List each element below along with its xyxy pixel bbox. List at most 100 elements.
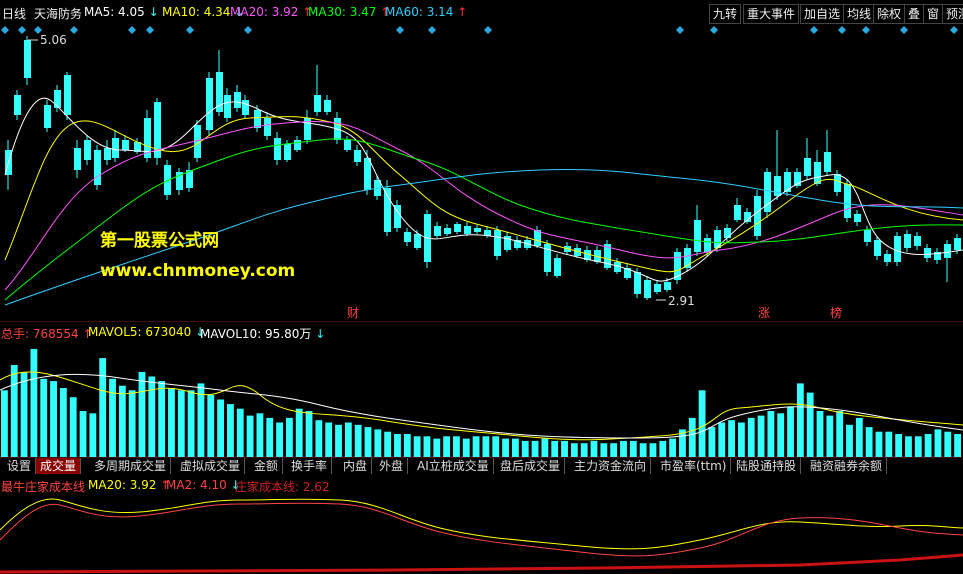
overlay-button[interactable]: 叠 xyxy=(904,4,925,24)
tab-margin-balance[interactable]: 融资融券余额 xyxy=(806,458,888,474)
volume-bar xyxy=(40,378,48,457)
volume-bar xyxy=(796,383,804,457)
candle-body xyxy=(122,140,129,150)
volume-bar xyxy=(1,390,8,457)
low-price-label: 2.91 xyxy=(668,294,695,308)
volume-bar xyxy=(787,406,794,457)
volume-bar xyxy=(276,422,283,457)
candle-body xyxy=(914,236,921,246)
event-diamond-icon xyxy=(70,26,78,34)
volume-bar xyxy=(767,411,775,457)
candle-body xyxy=(24,40,31,78)
volume-bar xyxy=(315,420,323,457)
candle-body xyxy=(834,174,841,192)
add-watchlist-button[interactable]: 加自选 xyxy=(800,4,845,24)
candle-body xyxy=(734,205,741,220)
window-button[interactable]: 窗 xyxy=(923,4,944,24)
forecast-button[interactable]: 预测 xyxy=(942,4,963,24)
event-diamond-icon xyxy=(810,26,818,34)
ma20-value: MA20: 3.92 ↑ xyxy=(230,5,313,19)
volume-bar xyxy=(138,371,146,457)
candle-body xyxy=(434,226,441,236)
volume-bar xyxy=(914,436,922,457)
period-label[interactable]: 日线 xyxy=(2,5,26,22)
candle-body xyxy=(494,230,501,256)
tab-ai-volume[interactable]: AI立桩成交量 xyxy=(413,458,494,474)
volume-bar xyxy=(403,434,411,457)
candle-body xyxy=(854,214,861,222)
candle-body xyxy=(264,118,271,136)
volume-bar xyxy=(20,371,28,457)
candle-body xyxy=(694,220,701,252)
candle-body xyxy=(704,238,711,252)
indicator-ma20-line xyxy=(0,498,963,550)
candle-body xyxy=(814,162,821,184)
candle-body xyxy=(94,150,101,185)
ma30-value: MA30: 3.47 ↑ xyxy=(308,5,391,19)
volume-bar xyxy=(148,376,156,457)
event-diamond-icon xyxy=(484,26,492,34)
watermark-title: 第一股票公式网 xyxy=(100,231,219,251)
candle-body xyxy=(894,236,901,262)
event-diamond-icon xyxy=(244,26,252,34)
nine-turn-button[interactable]: 九转 xyxy=(709,4,742,24)
candle-body xyxy=(904,234,911,248)
volume-bar xyxy=(728,420,735,457)
volume-bar xyxy=(69,397,77,457)
volume-bar xyxy=(433,438,441,457)
indicator-chart[interactable] xyxy=(0,493,963,574)
candle-body xyxy=(884,254,891,262)
volume-bar xyxy=(531,440,539,457)
candle-body xyxy=(14,95,21,115)
tab-pe-ttm[interactable]: 市盈率(ttm) xyxy=(656,458,732,474)
volume-bar xyxy=(826,415,834,457)
tab-virtual-volume[interactable]: 虚拟成交量 xyxy=(176,458,246,474)
event-diamond-icon xyxy=(676,26,684,34)
tab-volume[interactable]: 成交量 xyxy=(36,458,82,474)
volume-bar xyxy=(295,408,303,457)
event-label: 榜 xyxy=(830,305,842,320)
volume-bar xyxy=(128,390,136,457)
tab-turnover[interactable]: 换手率 xyxy=(287,458,333,474)
volume-bar xyxy=(236,408,244,457)
candle-body xyxy=(954,238,961,250)
tab-outer-volume[interactable]: 外盘 xyxy=(375,458,409,474)
volume-bar xyxy=(561,440,568,457)
volume-bar xyxy=(551,440,559,457)
event-diamond-icon xyxy=(862,26,870,34)
event-diamond-icon xyxy=(396,26,404,34)
volume-bar xyxy=(462,438,470,457)
candle-body xyxy=(924,248,931,258)
volume-bar xyxy=(944,431,952,457)
volume-bar xyxy=(718,422,726,457)
major-events-button[interactable]: 重大事件 xyxy=(743,4,800,24)
tab-amount[interactable]: 金额 xyxy=(250,458,284,474)
high-price-label: 5.06 xyxy=(40,33,67,47)
moving-average-button[interactable]: 均线 xyxy=(843,4,876,24)
tab-capital-flow[interactable]: 主力资金流向 xyxy=(570,458,652,474)
tab-multi-period-volume[interactable]: 多周期成交量 xyxy=(90,458,172,474)
ex-rights-button[interactable]: 除权 xyxy=(873,4,906,24)
candle-body xyxy=(242,100,249,115)
candle-body xyxy=(664,282,671,290)
tab-northbound-holdings[interactable]: 陆股通持股 xyxy=(732,458,802,474)
candle-body xyxy=(634,272,641,294)
volume-bar xyxy=(10,365,18,457)
tab-after-hours-volume[interactable]: 盘后成交量 xyxy=(496,458,566,474)
tab-inner-volume[interactable]: 内盘 xyxy=(339,458,373,474)
volume-bar xyxy=(256,413,264,457)
event-diamond-icon xyxy=(900,26,908,34)
volume-bar xyxy=(187,390,195,457)
volume-bar xyxy=(846,424,853,457)
volume-bar xyxy=(757,415,765,457)
candle-body xyxy=(344,140,351,150)
volume-bar xyxy=(659,440,667,457)
candle-body xyxy=(74,148,81,170)
volume-bar xyxy=(885,431,893,457)
volume-bar xyxy=(354,424,362,457)
volume-chart[interactable] xyxy=(0,340,963,458)
event-diamond-icon xyxy=(146,26,154,34)
candle-body xyxy=(384,188,391,232)
tab-settings[interactable]: 设置 xyxy=(3,458,37,474)
event-label: 财 xyxy=(347,306,359,320)
